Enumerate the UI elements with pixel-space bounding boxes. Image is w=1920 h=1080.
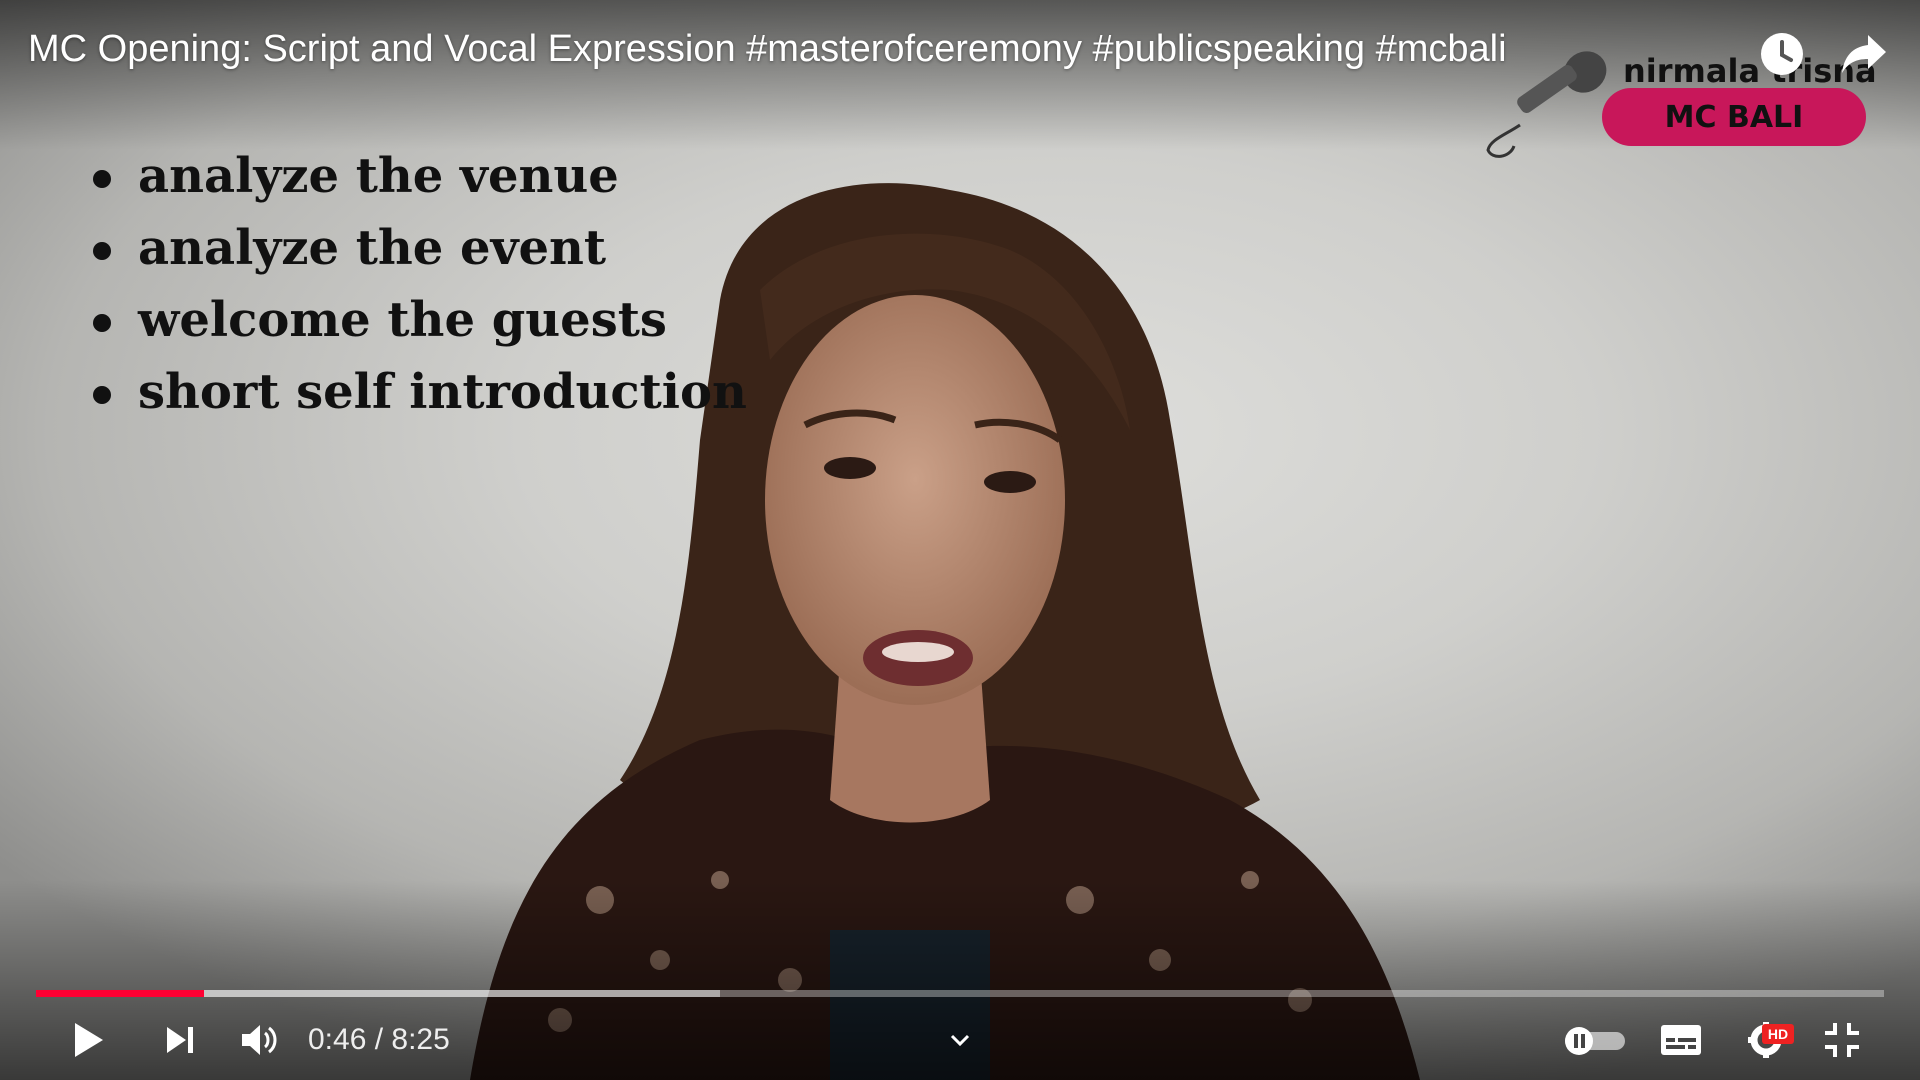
video-title[interactable]: MC Opening: Script and Vocal Expression … [28, 28, 1507, 71]
bullet-item: welcome the guests [88, 284, 747, 356]
play-button[interactable] [60, 1010, 116, 1070]
play-icon [75, 1023, 103, 1057]
volume-button[interactable] [232, 1010, 288, 1070]
brand-badge: MC BALI [1602, 88, 1866, 146]
subtitles-icon [1661, 1025, 1701, 1055]
bullet-item: analyze the venue [88, 140, 747, 212]
exit-fullscreen-button[interactable] [1814, 1010, 1870, 1070]
chevron-down-icon [950, 1034, 970, 1047]
time-display: 0:46 / 8:25 [308, 1023, 450, 1056]
exit-fullscreen-icon [1825, 1023, 1859, 1057]
share-arrow-icon [1842, 35, 1886, 73]
autoplay-toggle-icon [1565, 1027, 1625, 1055]
subtitles-button[interactable] [1656, 1010, 1706, 1070]
progress-played [36, 990, 205, 997]
progress-bar[interactable] [36, 990, 1884, 997]
brand-logo: nirmala trisna MC BALI [1480, 40, 1880, 160]
bullet-item: short self introduction [88, 356, 747, 428]
clock-icon [1761, 33, 1803, 75]
chapters-button[interactable] [940, 1010, 980, 1070]
next-button[interactable] [152, 1010, 208, 1070]
share-button[interactable] [1836, 26, 1892, 82]
bullet-item: analyze the event [88, 212, 747, 284]
hd-badge: HD [1762, 1024, 1794, 1044]
volume-icon [242, 1025, 277, 1055]
autoplay-toggle[interactable] [1562, 1010, 1628, 1070]
next-icon [167, 1027, 193, 1053]
watch-later-button[interactable] [1754, 26, 1810, 82]
video-frame[interactable]: analyze the venue analyze the event welc… [0, 0, 1920, 1080]
slide-bullet-list: analyze the venue analyze the event welc… [88, 140, 747, 428]
